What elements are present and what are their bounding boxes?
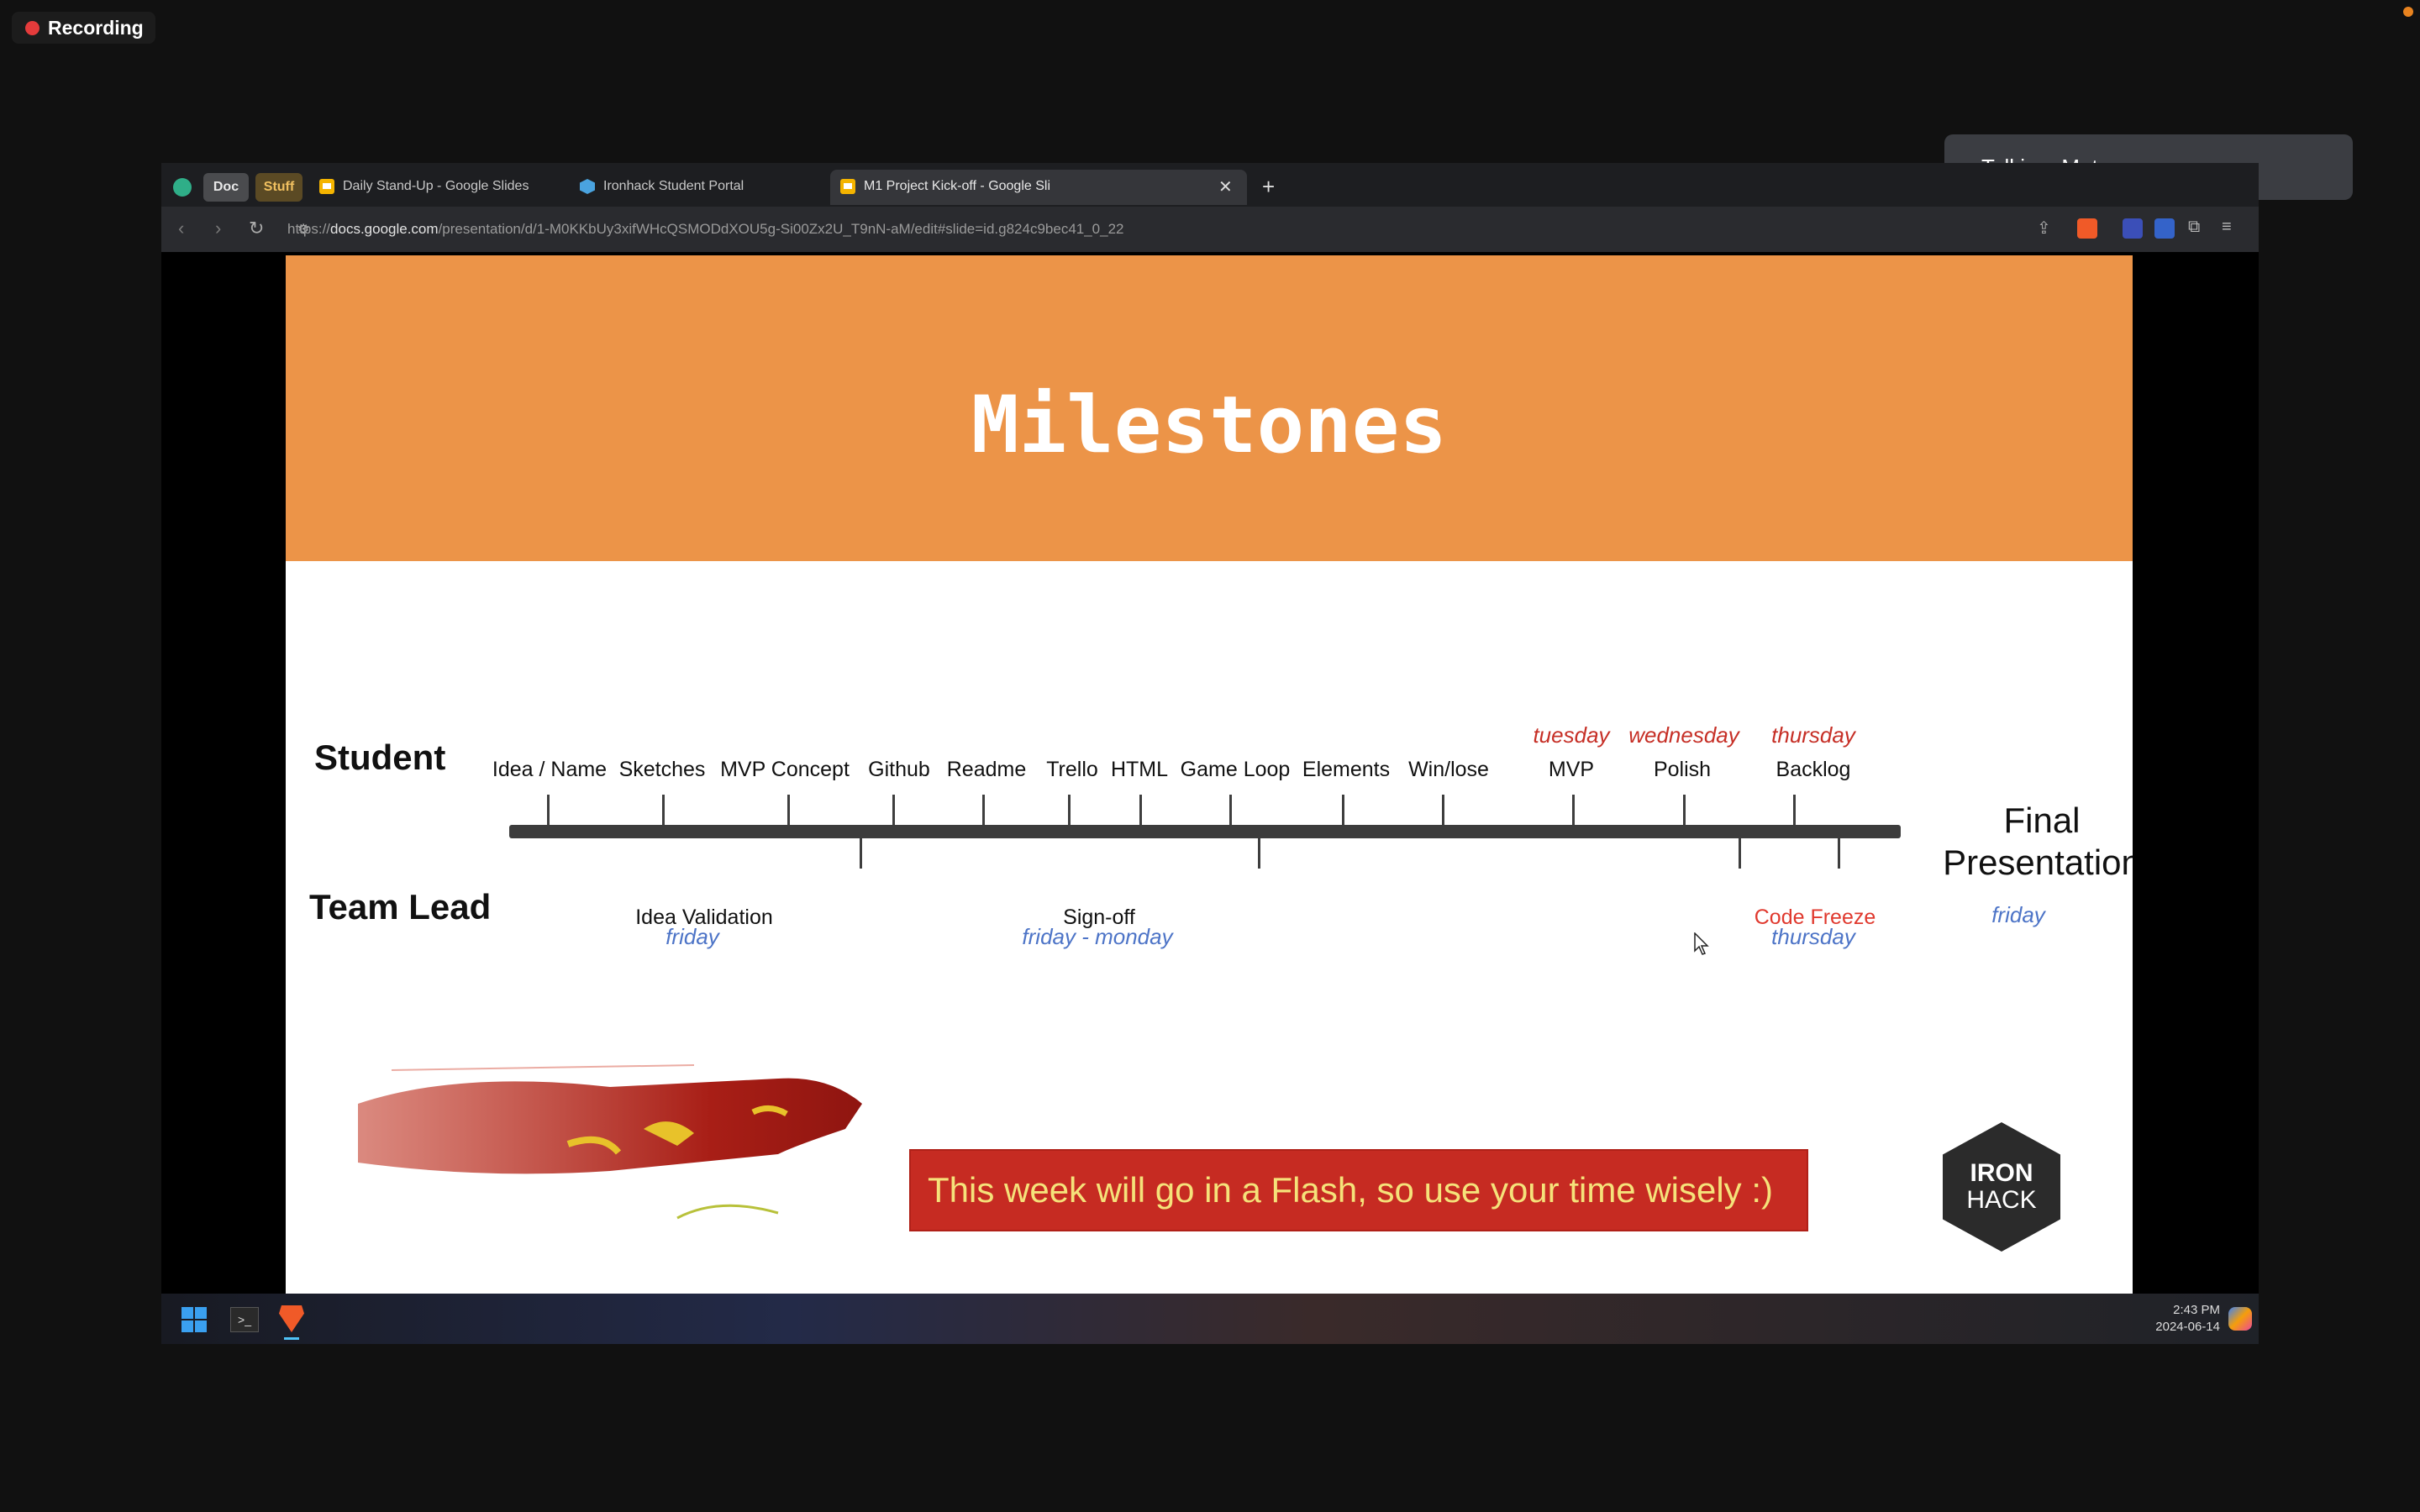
active-app-indicator	[284, 1337, 299, 1340]
mouse-cursor-icon	[1694, 932, 1709, 955]
menu-icon[interactable]: ≡	[2222, 218, 2232, 237]
final-day: friday	[1991, 902, 2045, 927]
logo-line1: IRON	[1970, 1159, 2033, 1187]
url-domain: docs.google.com	[330, 221, 439, 237]
final-presentation-label: Final Presentation	[1849, 800, 2133, 884]
ironhack-icon	[580, 179, 595, 194]
flash-banner: This week will go in a Flash, so use you…	[909, 1149, 1808, 1231]
windows-start-icon[interactable]	[182, 1307, 207, 1332]
slides-icon	[319, 179, 334, 194]
profile-icon[interactable]	[173, 178, 192, 197]
close-tab-icon[interactable]: ✕	[1218, 170, 1239, 203]
recording-indicator: Recording	[12, 12, 155, 44]
student-tick	[1139, 795, 1142, 825]
tab-label: M1 Project Kick-off - Google Sli	[864, 179, 1051, 193]
signoff-day: friday - monday	[1022, 924, 1173, 949]
flash-runner-image	[358, 1064, 862, 1220]
student-tick	[1442, 795, 1444, 825]
tab-group-doc[interactable]: Doc	[203, 173, 249, 202]
student-label: Student	[314, 738, 446, 777]
bitwarden-icon[interactable]	[2154, 218, 2175, 239]
url-field[interactable]: https://docs.google.com/presentation/d/1…	[287, 216, 1800, 243]
polish-day: wednesday	[1628, 722, 1739, 748]
url-path: /presentation/d/1-M0KKbUy3xifWHcQSMODdXO…	[438, 221, 1124, 237]
logo-line2: HACK	[1966, 1186, 2037, 1214]
tab-label: Daily Stand-Up - Google Slides	[343, 179, 529, 193]
tab-m1-kickoff-content[interactable]: M1 Project Kick-off - Google Sli	[840, 170, 1210, 203]
slides-icon	[840, 179, 855, 194]
recording-label: Recording	[48, 16, 144, 39]
copilot-icon[interactable]	[2228, 1307, 2252, 1331]
teamlead-tick	[1739, 838, 1741, 869]
milestone-label: MVP	[1548, 758, 1595, 781]
student-tick	[787, 795, 790, 825]
system-clock[interactable]: 2:43 PM 2024-06-14	[2155, 1302, 2220, 1336]
milestone-label: Github	[868, 758, 930, 781]
milestone-label: HTML	[1110, 758, 1169, 781]
student-tick	[982, 795, 985, 825]
milestone-label: Game Loop	[1180, 758, 1291, 781]
os-taskbar: >_ 2:43 PM 2024-06-14	[161, 1294, 2259, 1344]
timeline-bar	[509, 825, 1901, 838]
status-dot-icon	[2403, 7, 2413, 17]
extension-icon[interactable]	[2123, 218, 2143, 239]
ironhack-logo: IRON HACK	[1943, 1122, 2060, 1252]
mvp-day: tuesday	[1533, 722, 1610, 748]
student-tick	[1342, 795, 1344, 825]
milestone-label: Readme	[946, 758, 1027, 781]
student-tick	[1068, 795, 1071, 825]
brave-shield-icon[interactable]	[2077, 218, 2097, 239]
clock-date: 2024-06-14	[2155, 1320, 2220, 1334]
tab-ironhack-portal[interactable]: Ironhack Student Portal	[580, 170, 815, 203]
milestone-label: Elements	[1302, 758, 1391, 781]
backlog-day: thursday	[1771, 722, 1855, 748]
tab-label: Ironhack Student Portal	[603, 179, 744, 193]
milestone-label: Win/lose	[1408, 758, 1489, 781]
record-dot-icon	[25, 20, 39, 35]
slide-canvas: Milestones Student Team Lead Idea / Name…	[286, 255, 2133, 1294]
brave-browser-icon[interactable]	[279, 1305, 304, 1332]
code-freeze-day: thursday	[1771, 924, 1855, 949]
student-tick	[662, 795, 665, 825]
idea-validation-day: friday	[666, 924, 719, 949]
browser-tab-bar: Doc Stuff Daily Stand-Up - Google Slides…	[161, 163, 2259, 207]
student-tick	[547, 795, 550, 825]
final-line1: Final	[2003, 801, 2081, 840]
student-tick	[1572, 795, 1575, 825]
address-bar-row: ‹ › ↻ ⚙ https://docs.google.com/presenta…	[161, 207, 2259, 252]
forward-icon[interactable]: ›	[215, 218, 221, 239]
slide-title: Milestones	[971, 380, 1447, 471]
terminal-icon[interactable]: >_	[230, 1307, 259, 1332]
student-tick	[1683, 795, 1686, 825]
milestone-label: Backlog	[1776, 758, 1851, 781]
student-tick	[1229, 795, 1232, 825]
milestone-label: Polish	[1653, 758, 1712, 781]
student-tick	[1793, 795, 1796, 825]
extensions-puzzle-icon[interactable]: ⧉	[2188, 218, 2200, 237]
teamlead-tick	[860, 838, 862, 869]
share-icon[interactable]: ⇪	[2037, 218, 2051, 239]
shared-screen: Doc Stuff Daily Stand-Up - Google Slides…	[161, 163, 2259, 1344]
teamlead-label: Team Lead	[309, 887, 492, 927]
milestone-label: MVP Concept	[720, 758, 850, 781]
new-tab-icon[interactable]: +	[1262, 170, 1287, 203]
milestone-label: Idea / Name	[492, 758, 608, 781]
milestone-label: Trello	[1046, 758, 1098, 781]
tab-group-stuff[interactable]: Stuff	[255, 173, 302, 202]
teamlead-tick	[1258, 838, 1260, 869]
student-tick	[892, 795, 895, 825]
reload-icon[interactable]: ↻	[249, 218, 264, 239]
tab-daily-standup[interactable]: Daily Stand-Up - Google Slides	[319, 170, 571, 203]
clock-time: 2:43 PM	[2173, 1303, 2220, 1317]
url-prefix: https://	[287, 221, 331, 237]
final-line2: Presentation	[1943, 843, 2133, 882]
back-icon[interactable]: ‹	[178, 218, 184, 239]
teamlead-tick	[1838, 838, 1840, 869]
milestone-label: Sketches	[618, 758, 706, 781]
